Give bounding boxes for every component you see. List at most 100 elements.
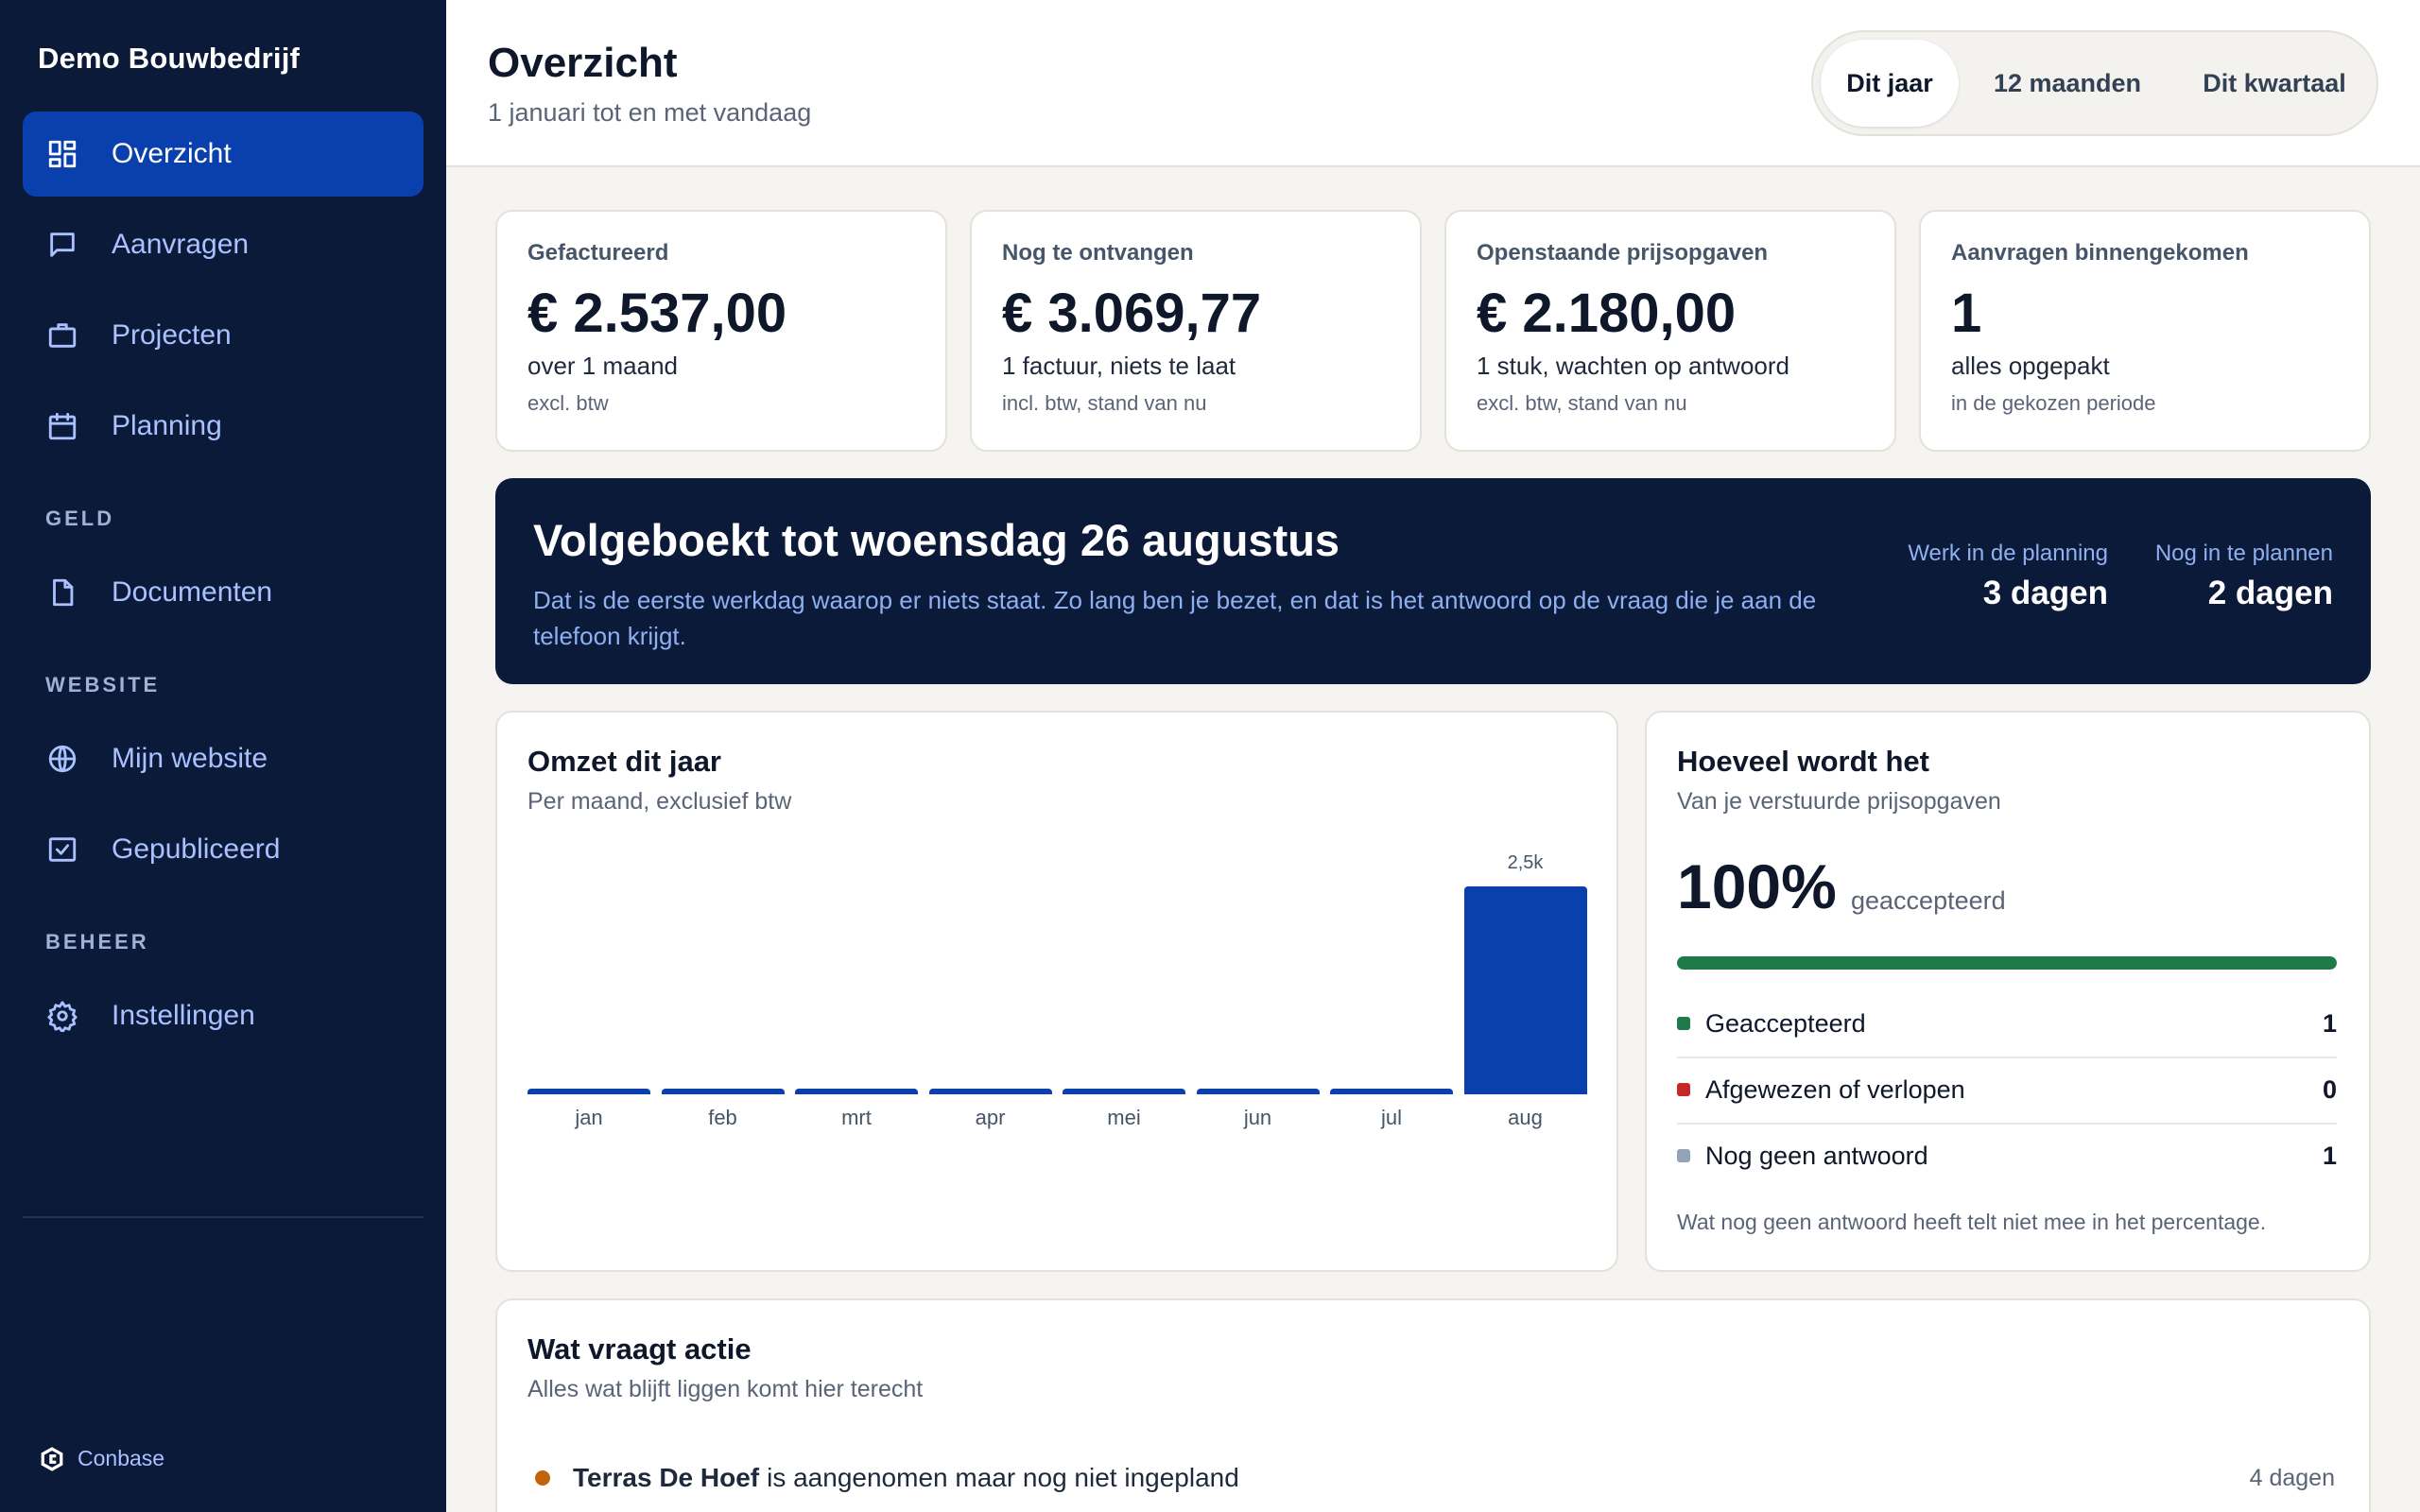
page-title: Overzicht xyxy=(488,40,678,86)
stat-value: € 2.180,00 xyxy=(1477,283,1737,344)
stat-card-aanvragen-binnengekomen[interactable]: Aanvragen binnengekomen 1 alles opgepakt… xyxy=(1919,210,2371,452)
period-dit-kwartaal[interactable]: Dit kwartaal xyxy=(2176,40,2373,127)
stat-note: excl. btw xyxy=(527,391,609,415)
sidebar-item-projecten[interactable]: Projecten xyxy=(23,293,424,378)
banner-stat-label: Werk in de planning xyxy=(1908,541,2108,566)
action-card: Wat vraagt actie Alles wat blijft liggen… xyxy=(495,1298,2371,1512)
banner-stat-planning: Werk in de planning 3 dagen xyxy=(1908,541,2108,612)
dashboard-icon xyxy=(45,137,79,171)
chart-bar-mrt xyxy=(795,1089,918,1094)
quote-row-label: Geaccepteerd xyxy=(1705,1008,1866,1038)
stat-subtext: alles opgepakt xyxy=(1951,352,2110,380)
acceptance-percentage: 100% xyxy=(1677,851,1837,921)
message-icon xyxy=(45,228,79,262)
stat-card-nog-te-ontvangen[interactable]: Nog te ontvangen € 3.069,77 1 factuur, n… xyxy=(970,210,1422,452)
legend-square-icon xyxy=(1677,1149,1690,1162)
banner-stat-label: Nog in te plannen xyxy=(2154,541,2333,566)
sidebar-item-mijn-website[interactable]: Mijn website xyxy=(23,716,424,801)
period-dit-jaar[interactable]: Dit jaar xyxy=(1821,40,1959,127)
stat-note: in de gekozen periode xyxy=(1951,391,2156,415)
sidebar-item-label: Gepubliceerd xyxy=(112,833,281,865)
acceptance-progress-bar xyxy=(1677,956,2337,970)
sidebar-item-documenten[interactable]: Documenten xyxy=(23,550,424,635)
section-label-beheer: BEHEER xyxy=(45,930,149,954)
chart-tick-label: jan xyxy=(575,1106,603,1129)
action-item-name: Terras De Hoef xyxy=(573,1463,760,1492)
stat-subtext: over 1 maand xyxy=(527,352,678,380)
chart-data-label: 2,5k xyxy=(1507,852,1544,873)
chart-bar-jul xyxy=(1330,1089,1453,1094)
stat-label: Nog te ontvangen xyxy=(1002,240,1194,266)
chart-bar-apr xyxy=(928,1089,1052,1094)
sidebar-item-label: Overzicht xyxy=(112,138,232,169)
stat-label: Aanvragen binnengekomen xyxy=(1951,240,2249,266)
sidebar-item-planning[interactable]: Planning xyxy=(23,384,424,469)
sidebar-item-label: Mijn website xyxy=(112,743,268,774)
action-item-time: 4 dagen xyxy=(2249,1464,2335,1491)
sidebar: Demo Bouwbedrijf Overzicht Aanvragen Pro… xyxy=(0,0,446,1512)
conbase-logo-icon xyxy=(41,1446,63,1471)
quotes-note: Wat nog geen antwoord heeft telt niet me… xyxy=(1677,1210,2267,1234)
chart-bar-feb xyxy=(661,1089,785,1094)
sidebar-divider xyxy=(23,1216,424,1218)
booking-banner: Volgeboekt tot woensdag 26 augustus Dat … xyxy=(495,478,2371,684)
warning-dot-icon xyxy=(535,1470,550,1486)
quote-row-afgewezen: Afgewezen of verlopen 0 xyxy=(1677,1057,2337,1123)
stat-value: € 3.069,77 xyxy=(1002,283,1262,344)
gear-icon xyxy=(45,999,79,1033)
stat-value: 1 xyxy=(1951,283,1982,344)
banner-stat-in-te-plannen: Nog in te plannen 2 dagen xyxy=(2155,541,2333,612)
quote-row-geen-antwoord: Nog geen antwoord 1 xyxy=(1677,1123,2337,1189)
period-12-maanden[interactable]: 12 maanden xyxy=(1968,40,2167,127)
acceptance-progress-fill xyxy=(1677,956,2337,970)
quotes-subtitle: Van je verstuurde prijsopgaven xyxy=(1677,788,2001,815)
chart-bar-mei xyxy=(1063,1089,1185,1094)
period-selector: Dit jaar 12 maanden Dit kwartaal xyxy=(1811,30,2378,136)
quote-row-geaccepteerd: Geaccepteerd 1 xyxy=(1677,990,2337,1057)
sidebar-item-label: Instellingen xyxy=(112,1000,255,1031)
sidebar-item-label: Documenten xyxy=(112,576,273,608)
chart-tick-label: mrt xyxy=(841,1106,872,1129)
chart-tick-label: jun xyxy=(1243,1106,1272,1129)
footer-brand-label: Conbase xyxy=(78,1446,165,1470)
stat-subtext: 1 stuk, wachten op antwoord xyxy=(1477,352,1789,380)
action-title: Wat vraagt actie xyxy=(527,1332,752,1366)
stat-card-openstaande-prijsopgaven[interactable]: Openstaande prijsopgaven € 2.180,00 1 st… xyxy=(1444,210,1896,452)
action-subtitle: Alles wat blijft liggen komt hier terech… xyxy=(527,1376,924,1402)
document-icon xyxy=(45,576,79,610)
revenue-chart-card: Omzet dit jaar Per maand, exclusief btw … xyxy=(495,711,1618,1272)
sidebar-item-aanvragen[interactable]: Aanvragen xyxy=(23,202,424,287)
action-item-text: is aangenomen maar nog niet ingepland xyxy=(767,1463,1239,1492)
sidebar-item-label: Projecten xyxy=(112,319,232,351)
calendar-icon xyxy=(45,409,79,443)
stat-card-gefactureerd[interactable]: Gefactureerd € 2.537,00 over 1 maand exc… xyxy=(495,210,947,452)
banner-title: Volgeboekt tot woensdag 26 augustus xyxy=(533,515,1340,565)
stat-label: Openstaande prijsopgaven xyxy=(1477,240,1769,266)
banner-stat-value: 2 dagen xyxy=(2207,575,2333,611)
legend-square-icon xyxy=(1677,1083,1690,1096)
sidebar-item-overzicht[interactable]: Overzicht xyxy=(23,112,424,197)
sidebar-item-instellingen[interactable]: Instellingen xyxy=(23,973,424,1058)
stat-note: incl. btw, stand van nu xyxy=(1002,391,1207,415)
footer-brand[interactable]: Conbase xyxy=(40,1446,164,1471)
section-label-geld: GELD xyxy=(45,507,115,530)
sidebar-item-gepubliceerd[interactable]: Gepubliceerd xyxy=(23,807,424,892)
globe-icon xyxy=(45,742,79,776)
chart-tick-label: aug xyxy=(1508,1106,1543,1129)
chart-tick-label: apr xyxy=(975,1106,1006,1129)
section-label-website: WEBSITE xyxy=(45,673,161,696)
action-item[interactable]: Terras De Hoef is aangenomen maar nog ni… xyxy=(535,1463,2335,1493)
chart-bar-jan xyxy=(527,1089,650,1094)
published-icon xyxy=(45,833,79,867)
page-subtitle: 1 januari tot en met vandaag xyxy=(488,98,812,127)
stat-label: Gefactureerd xyxy=(527,240,669,266)
stat-note: excl. btw, stand van nu xyxy=(1477,391,1687,415)
stat-value: € 2.537,00 xyxy=(527,283,787,344)
quotes-card: Hoeveel wordt het Van je verstuurde prij… xyxy=(1645,711,2371,1272)
chart-subtitle: Per maand, exclusief btw xyxy=(527,788,792,815)
quote-row-label: Nog geen antwoord xyxy=(1705,1141,1928,1170)
chart-bar-jun xyxy=(1196,1089,1320,1094)
sidebar-item-label: Aanvragen xyxy=(112,229,250,260)
quote-row-value: 1 xyxy=(2322,1141,2337,1170)
quote-row-label: Afgewezen of verlopen xyxy=(1705,1074,1965,1104)
